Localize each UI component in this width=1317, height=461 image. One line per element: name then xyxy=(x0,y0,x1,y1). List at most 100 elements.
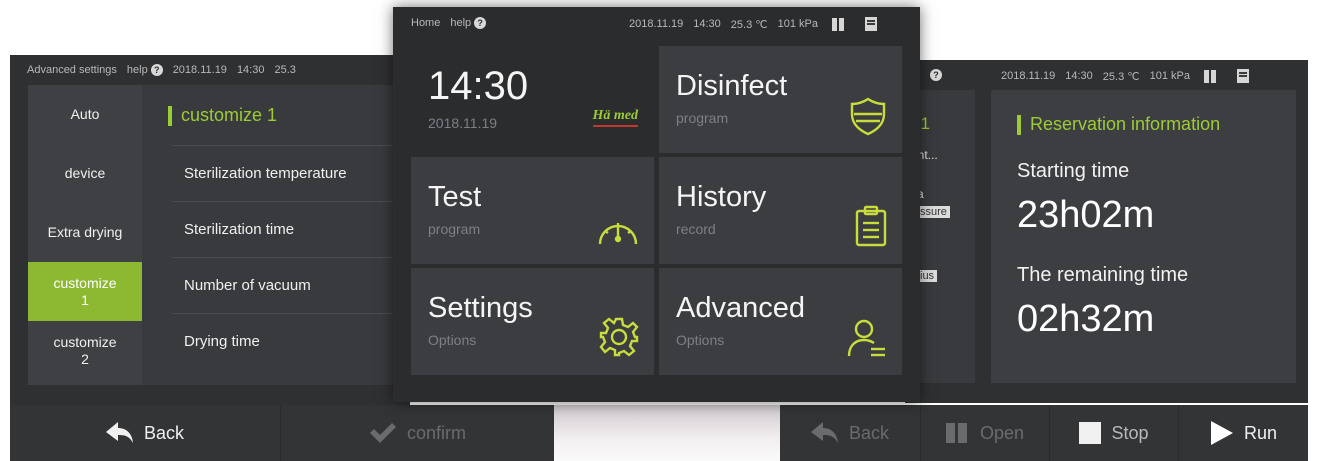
tile-subtitle: Options xyxy=(428,332,477,348)
remaining-time-value: 02h32m xyxy=(1017,298,1155,340)
back-button-label: Back xyxy=(143,422,185,443)
run-button-label: Run xyxy=(1243,422,1278,443)
door-icon xyxy=(831,17,845,31)
status-bar: Advanced settings help ? 2018.11.19 14:3… xyxy=(27,64,306,76)
stop-button[interactable]: Stop xyxy=(1050,405,1178,461)
test-tile[interactable]: Test program xyxy=(411,157,654,264)
tile-title: History xyxy=(676,181,767,213)
user-icon xyxy=(846,318,888,363)
sidebar-item-customize-1[interactable]: customize 1 xyxy=(28,262,142,321)
status-temp: 25.3 ℃ xyxy=(1102,70,1140,83)
background-tag: ssure xyxy=(917,206,950,218)
status-bar: 2018.11.19 14:30 25.3 ℃ 101 kPa xyxy=(1001,69,1259,83)
remaining-time-label: The remaining time xyxy=(1017,264,1189,286)
status-bar: Home help ? 2018.11.19 14:30 25.3 ℃ 101 … xyxy=(411,17,877,31)
tile-title: Test xyxy=(428,181,482,213)
play-icon xyxy=(1210,421,1234,445)
advanced-tile[interactable]: Advanced Options xyxy=(659,268,902,375)
background-tag: ius xyxy=(917,270,938,282)
back-button[interactable]: Back xyxy=(10,405,280,461)
status-time: 14:30 xyxy=(693,18,721,30)
tile-subtitle: Options xyxy=(676,332,725,348)
check-icon xyxy=(369,422,397,444)
param-drying-time[interactable]: Drying time xyxy=(172,313,410,368)
stop-icon xyxy=(1079,422,1102,444)
stop-button-label: Stop xyxy=(1111,422,1149,443)
sidebar-item-device[interactable]: device xyxy=(28,144,142,203)
help-link[interactable]: help xyxy=(127,64,148,76)
tile-title: Disinfect xyxy=(676,70,788,102)
clock-tile: 14:30 2018.11.19 Hä med xyxy=(411,46,654,153)
clock-time: 14:30 xyxy=(428,64,529,108)
printer-icon xyxy=(864,17,877,31)
param-label: Sterilization temperature xyxy=(184,164,347,182)
param-sterilization-time[interactable]: Sterilization time xyxy=(172,201,410,256)
sidebar-item-auto[interactable]: Auto xyxy=(28,85,142,144)
settings-tile[interactable]: Settings Options xyxy=(411,268,654,375)
tile-subtitle: record xyxy=(676,221,716,237)
home-screen: Home help ? 2018.11.19 14:30 25.3 ℃ 101 … xyxy=(393,7,920,402)
help-icon[interactable]: ? xyxy=(150,64,163,76)
status-pressure: 101 kPa xyxy=(777,18,818,30)
status-date: 2018.11.19 xyxy=(172,64,227,76)
screen-title: Advanced settings xyxy=(27,64,117,76)
door-icon xyxy=(1203,69,1217,83)
disinfect-tile[interactable]: Disinfect program xyxy=(659,46,902,153)
help-icon[interactable]: ? xyxy=(474,17,487,29)
history-tile[interactable]: History record xyxy=(659,157,902,264)
clipboard-icon xyxy=(854,205,888,252)
reservation-card: Reservation information Starting time 23… xyxy=(991,90,1296,383)
brand-logo: Hä med xyxy=(592,108,638,127)
tile-subtitle: program xyxy=(428,221,481,237)
confirm-button[interactable]: confirm xyxy=(281,405,554,461)
param-sterilization-temperature[interactable]: Sterilization temperature xyxy=(172,145,410,200)
tile-title: Settings xyxy=(428,292,533,324)
sidebar-item-customize-2[interactable]: customize 2 xyxy=(28,321,142,380)
status-pressure: 101 kPa xyxy=(1149,70,1190,82)
help-link[interactable]: help xyxy=(450,17,471,29)
gauge-icon xyxy=(596,211,640,252)
bar-gap xyxy=(554,405,780,461)
section-title: customize 1 xyxy=(168,105,277,126)
run-button[interactable]: Run xyxy=(1179,405,1308,461)
starting-time-value: 23h02m xyxy=(1017,194,1155,236)
section-title: Reservation information xyxy=(1017,114,1220,135)
printer-icon xyxy=(1236,69,1249,83)
shield-icon xyxy=(848,96,888,141)
status-temp: 25.3 xyxy=(274,64,296,76)
sidebar-item-label: customize 1 xyxy=(53,274,117,308)
customize-content: customize 1 Sterilization temperature St… xyxy=(142,85,410,385)
confirm-button-label: confirm xyxy=(406,422,466,443)
door-icon xyxy=(945,422,970,444)
open-button-label: Open xyxy=(979,422,1025,443)
back-button-right[interactable]: Back xyxy=(780,405,920,461)
home-link[interactable]: Home xyxy=(411,17,440,29)
status-time: 14:30 xyxy=(1065,70,1093,82)
reservation-screen: 2018.11.19 14:30 25.3 ℃ 101 kPa ? 21 ent… xyxy=(905,60,1308,403)
status-time: 14:30 xyxy=(236,64,265,76)
settings-sidebar: Auto device Extra drying customize 1 cus… xyxy=(28,85,142,385)
help-icon[interactable]: ? xyxy=(930,69,942,81)
tile-title: Advanced xyxy=(676,292,805,324)
sidebar-item-label: customize 2 xyxy=(53,333,117,367)
status-date: 2018.11.19 xyxy=(1001,70,1056,82)
tile-subtitle: program xyxy=(676,110,729,126)
status-temp: 25.3 ℃ xyxy=(730,18,768,31)
open-door-button[interactable]: Open xyxy=(921,405,1049,461)
status-date: 2018.11.19 xyxy=(629,18,684,30)
advanced-settings-screen: Advanced settings help ? 2018.11.19 14:3… xyxy=(10,55,410,405)
param-number-of-vacuum[interactable]: Number of vacuum xyxy=(172,257,410,312)
clock-date: 2018.11.19 xyxy=(428,115,498,131)
param-label: Sterilization time xyxy=(184,220,295,238)
back-arrow-icon xyxy=(810,421,839,445)
sidebar-item-label: Auto xyxy=(70,106,100,122)
param-label: Number of vacuum xyxy=(184,276,311,294)
sidebar-item-extra-drying[interactable]: Extra drying xyxy=(28,203,142,262)
sidebar-item-label: Extra drying xyxy=(47,224,123,240)
back-arrow-icon xyxy=(105,421,134,445)
back-button-label: Back xyxy=(848,422,890,443)
bottom-toolbar: Back confirm Back Open Stop Run xyxy=(10,405,1308,461)
param-label: Drying time xyxy=(184,332,260,350)
sidebar-item-label: device xyxy=(64,165,106,181)
gear-icon xyxy=(598,316,640,363)
